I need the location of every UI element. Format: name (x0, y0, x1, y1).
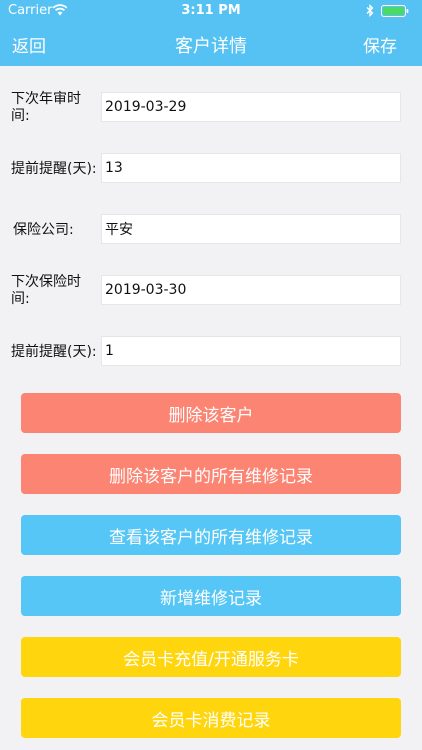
insurance-company-input[interactable] (101, 214, 401, 244)
inspection-reminder-input[interactable] (101, 153, 401, 183)
header: Carrier 3:11 PM 返回 客户详情 保存 (0, 0, 422, 66)
form-row-insurance-reminder: 提前提醒(天): (0, 332, 422, 372)
next-insurance-input[interactable] (101, 275, 401, 305)
form-row-next-inspection: 下次年审时间: (0, 88, 422, 128)
next-inspection-label: 下次年审时间: (11, 91, 81, 124)
status-bar: Carrier 3:11 PM (0, 0, 422, 22)
member-card-recharge-button[interactable]: 会员卡充值/开通服务卡 (21, 637, 401, 677)
inspection-reminder-label: 提前提醒(天): (11, 160, 97, 177)
view-repair-records-button[interactable]: 查看该客户的所有维修记录 (21, 515, 401, 555)
status-time: 3:11 PM (181, 3, 241, 18)
add-repair-record-button[interactable]: 新增维修记录 (21, 576, 401, 616)
next-inspection-input[interactable] (101, 92, 401, 122)
delete-customer-button[interactable]: 删除该客户 (21, 393, 401, 433)
insurance-company-label: 保险公司: (13, 221, 74, 238)
delete-repair-records-button[interactable]: 删除该客户的所有维修记录 (21, 454, 401, 494)
navigation-bar: 返回 客户详情 保存 (0, 22, 422, 66)
form-row-inspection-reminder: 提前提醒(天): (0, 149, 422, 189)
insurance-reminder-input[interactable] (101, 336, 401, 366)
form-row-insurance-company: 保险公司: (0, 210, 422, 250)
bluetooth-icon (366, 4, 374, 17)
member-card-records-button[interactable]: 会员卡消费记录 (21, 698, 401, 738)
next-insurance-label: 下次保险时间: (11, 274, 81, 307)
insurance-reminder-label: 提前提醒(天): (11, 343, 97, 360)
battery-icon (381, 5, 409, 17)
page-title: 客户详情 (175, 36, 247, 57)
form-row-next-insurance: 下次保险时间: (0, 271, 422, 311)
save-button[interactable]: 保存 (363, 32, 397, 57)
